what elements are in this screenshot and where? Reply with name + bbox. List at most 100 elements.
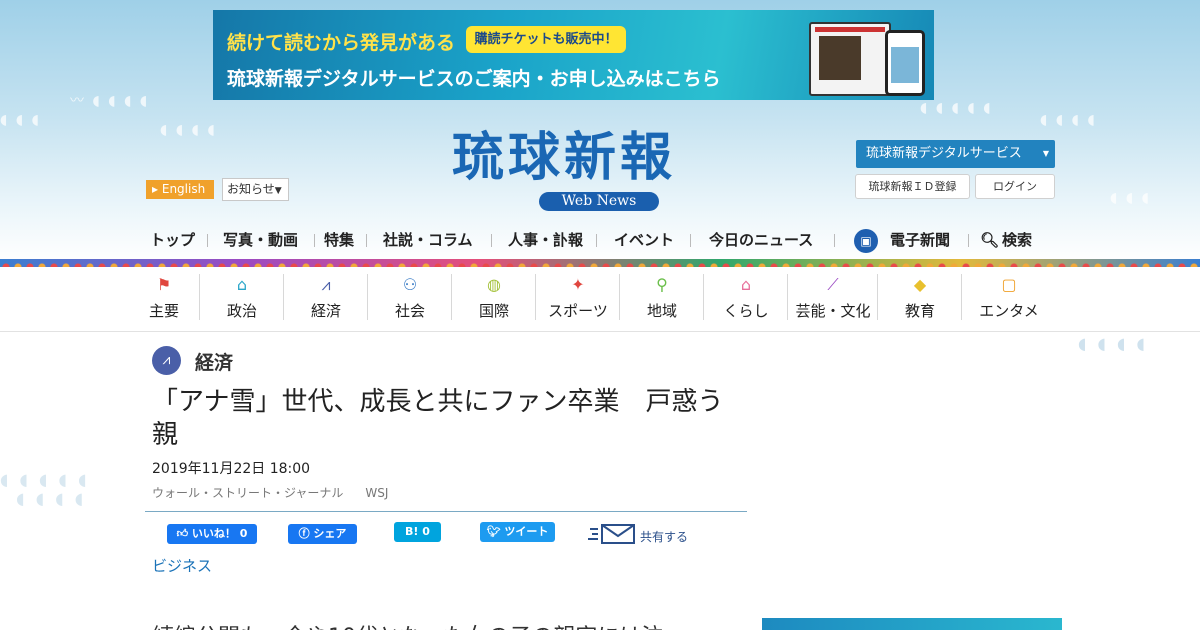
article-tag[interactable]: ビジネス — [152, 555, 212, 576]
login-button[interactable]: ログイン — [975, 174, 1055, 199]
category-separator — [535, 274, 536, 320]
category-separator — [961, 274, 962, 320]
category-economy[interactable]: ⩘ 経済 — [300, 270, 352, 326]
nav-search[interactable]: 検索 — [1002, 226, 1032, 254]
article-headline: 「アナ雪」世代、成長と共にファン卒業 戸惑う親 — [152, 387, 724, 450]
english-button[interactable]: ▸ English — [146, 180, 214, 199]
globe-icon: ◍ — [487, 275, 501, 294]
category-separator — [787, 274, 788, 320]
nav-separator — [314, 234, 315, 247]
category-region[interactable]: ⚲ 地域 — [636, 270, 688, 326]
article-source: ウォール・ストリート・ジャーナル WSJ — [152, 484, 388, 501]
building-icon: ⌂ — [236, 275, 248, 294]
fish-decoration: ◖ ◖ ◖ — [1110, 190, 1152, 206]
nav-separator — [596, 234, 597, 247]
house-icon: ⌂ — [740, 275, 752, 294]
side-ad-banner[interactable] — [762, 618, 1062, 630]
fish-decoration: ◖ ◖ ◖ ◖ — [1040, 112, 1097, 128]
nav-e-paper[interactable]: 電子新聞 — [890, 226, 950, 254]
english-label: English — [161, 182, 206, 196]
category-entertainment[interactable]: ▢ エンタメ — [972, 270, 1046, 326]
nav-personnel[interactable]: 人事・訃報 — [508, 226, 583, 254]
hatena-bookmark-button[interactable]: B! 0 — [394, 522, 441, 542]
category-sports[interactable]: ✦ スポーツ — [541, 270, 615, 326]
nav-separator — [968, 234, 969, 247]
nav-separator — [834, 234, 835, 247]
category-label: くらし — [723, 302, 769, 320]
like-label: いいね！ 0 — [191, 527, 248, 540]
source-abbrev: WSJ — [365, 486, 389, 500]
banner-line2: 琉球新報デジタルサービスのご案内・お申し込みはこちら — [227, 68, 721, 90]
category-society[interactable]: ⚇ 社会 — [384, 270, 436, 326]
nav-separator — [366, 234, 367, 247]
sanshin-icon: ⟋ — [827, 275, 839, 294]
category-main[interactable]: ⚑ 主要 — [140, 270, 188, 326]
digital-service-banner[interactable]: 続けて読むから発見がある 購読チケットも販売中！ 琉球新報デジタルサービスのご案… — [213, 10, 934, 100]
article-divider — [145, 511, 747, 512]
monitor-icon[interactable]: ▣ — [854, 229, 878, 253]
facebook-like-button[interactable]: 👍︎ いいね！ 0 — [167, 524, 257, 544]
category-separator — [451, 274, 452, 320]
article-date: 2019年11月22日 18:00 — [152, 461, 311, 477]
flag-icon: ⚑ — [156, 275, 172, 294]
mail-share-icon[interactable] — [588, 522, 636, 546]
category-label: 国際 — [478, 302, 509, 320]
banner-line1: 続けて読むから発見がある — [227, 32, 456, 54]
twitter-icon: 🐦︎ — [486, 525, 501, 538]
category-international[interactable]: ◍ 国際 — [468, 270, 520, 326]
chart-icon: ⩘ — [321, 275, 331, 294]
caret-down-icon: ▼ — [274, 186, 282, 196]
nav-feature[interactable]: 特集 — [324, 226, 354, 254]
phone-illustration — [885, 30, 925, 96]
category-label: スポーツ — [548, 302, 608, 320]
decorative-pattern-strip — [0, 259, 1200, 267]
digital-service-label: 琉球新報デジタルサービス — [866, 146, 1022, 161]
search-icon[interactable]: 🔍︎ — [980, 226, 999, 254]
fish-decoration: ◖ ◖ ◖ ◖ ◖ — [920, 100, 993, 116]
category-label: 政治 — [226, 302, 257, 320]
share-label[interactable]: 共有する — [640, 528, 688, 545]
pin-icon: ⚲ — [656, 275, 668, 294]
category-culture[interactable]: ⟋ 芸能・文化 — [792, 270, 874, 326]
fish-decoration: ◖ ◖ ◖ — [0, 112, 42, 128]
id-register-button[interactable]: 琉球新報ＩＤ登録 — [855, 174, 970, 199]
nav-separator — [207, 234, 208, 247]
site-logo[interactable]: 琉球新報 — [452, 128, 752, 188]
nav-top[interactable]: トップ — [150, 226, 195, 254]
tablet-illustration — [809, 22, 891, 96]
banner-ticket-pill: 購読チケットも販売中！ — [466, 26, 626, 53]
thumbs-up-icon: 👍︎ — [176, 527, 189, 540]
tweet-button[interactable]: 🐦︎ ツイート — [480, 522, 555, 542]
category-separator — [283, 274, 284, 320]
facebook-icon: ⓕ — [298, 527, 310, 540]
category-label: 社会 — [394, 302, 425, 320]
nav-today-news[interactable]: 今日のニュース — [709, 226, 813, 254]
caret-down-icon: ▼ — [1042, 149, 1049, 158]
nav-separator — [491, 234, 492, 247]
fish-decoration: ◖ ◖ ◖ ◖ — [160, 122, 217, 138]
nav-separator — [690, 234, 691, 247]
fish-decoration: ◖ ◖ ◖ ◖ — [1078, 334, 1148, 353]
category-separator — [703, 274, 704, 320]
section-label[interactable]: 経済 — [195, 348, 233, 375]
web-news-badge: Web News — [539, 192, 659, 211]
nav-event[interactable]: イベント — [614, 226, 674, 254]
notice-dropdown[interactable]: お知らせ▼ — [222, 178, 289, 201]
category-label: 地域 — [646, 302, 677, 320]
category-politics[interactable]: ⌂ 政治 — [216, 270, 268, 326]
runner-icon: ✦ — [571, 275, 585, 294]
digital-service-dropdown[interactable]: 琉球新報デジタルサービス ▼ — [856, 140, 1055, 168]
category-separator — [877, 274, 878, 320]
category-label: 芸能・文化 — [795, 302, 871, 320]
facebook-share-button[interactable]: ⓕ シェア — [288, 524, 357, 544]
play-arrow-icon: ▸ — [152, 182, 159, 196]
nav-photo-video[interactable]: 写真・動画 — [223, 226, 298, 254]
category-nav: ⚑ 主要 ⌂ 政治 ⩘ 経済 ⚇ 社会 ◍ 国際 ✦ スポーツ ⚲ 地域 ⌂ く… — [140, 270, 1060, 326]
category-education[interactable]: ◆ 教育 — [894, 270, 946, 326]
category-label: エンタメ — [979, 302, 1039, 320]
nav-editorial[interactable]: 社説・コラム — [383, 226, 473, 254]
fish-decoration: ◖ ◖ ◖ ◖ ◖ ◖ ◖ ◖ ◖ — [0, 470, 90, 508]
category-life[interactable]: ⌂ くらし — [718, 270, 774, 326]
category-separator — [367, 274, 368, 320]
article-body: 続編公開も 今や10代となった女の子の親宮には泣 — [152, 619, 722, 630]
